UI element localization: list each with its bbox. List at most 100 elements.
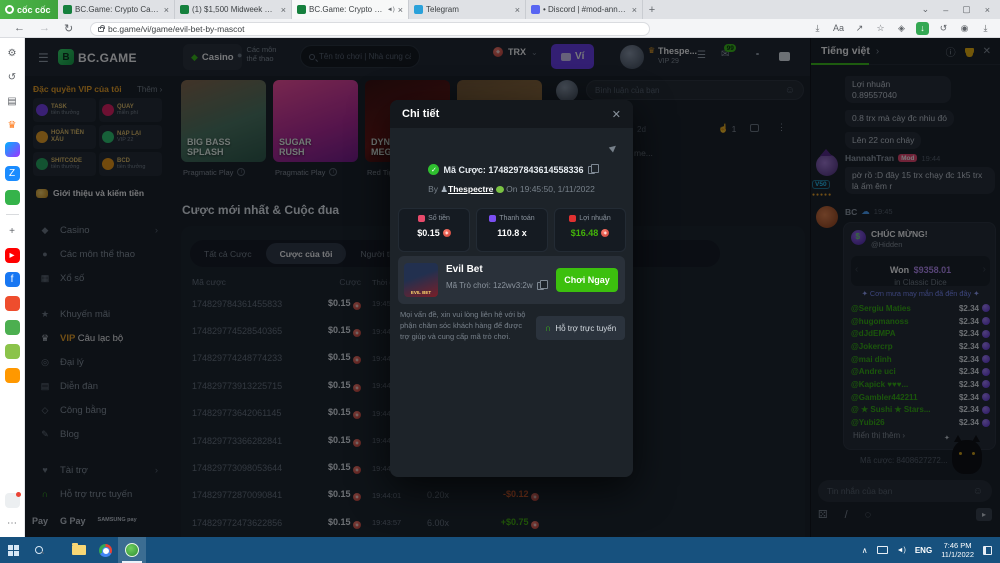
- close-icon[interactable]: ×: [985, 5, 990, 15]
- start-button[interactable]: [0, 537, 26, 563]
- sidebar-menu-item[interactable]: ✎ Blog: [25, 422, 170, 446]
- chat-input[interactable]: Tin nhắn của bạn ☺: [818, 480, 992, 502]
- browser-tab[interactable]: BC.Game: Crypto Casino Gan ×: [58, 0, 175, 19]
- chrome-button[interactable]: [92, 537, 118, 563]
- sidebar-menu-item[interactable]: ♥ Tài trợ ›: [25, 458, 170, 482]
- trophy-icon[interactable]: [965, 48, 974, 55]
- winner-name[interactable]: @Andre uci: [851, 367, 959, 376]
- facebook-icon[interactable]: f: [5, 272, 20, 287]
- vip-tile[interactable]: HOÀN TIỀN XẤU: [33, 125, 96, 149]
- rain-bet-id[interactable]: Mã cược: 8408627272...: [860, 456, 948, 465]
- farm-app-icon[interactable]: [5, 320, 20, 335]
- game-banner[interactable]: BIG BASS SPLASH: [181, 80, 266, 162]
- browser-tab[interactable]: • Discord | #mod-announc ×: [526, 0, 643, 19]
- garden-app-icon[interactable]: [5, 344, 20, 359]
- sidebar-menu-item[interactable]: ◇ Công bằng: [25, 398, 170, 422]
- vip-crown-icon[interactable]: ♛: [5, 118, 20, 133]
- translate-icon[interactable]: Aa: [832, 22, 845, 35]
- chat-language-tab[interactable]: Tiếng việt: [821, 45, 870, 57]
- game-search-input[interactable]: Tên trò chơi | Nhà cung cấp: [300, 45, 420, 68]
- winner-name[interactable]: @hugomanoss: [851, 317, 959, 326]
- winner-name[interactable]: @ ★ Sushi ★ Stars...: [851, 405, 959, 414]
- tab-close-icon[interactable]: ×: [398, 5, 403, 15]
- rules-info-icon[interactable]: ⓘ: [946, 44, 956, 59]
- winner-name[interactable]: @dJdEMPA: [851, 329, 959, 338]
- chevron-left-icon[interactable]: ‹: [855, 264, 858, 275]
- vip-panel-more[interactable]: Thêm ›: [137, 85, 162, 94]
- provider-name[interactable]: Pragmatic Play: [183, 168, 233, 177]
- history-icon[interactable]: ↺: [5, 70, 20, 85]
- show-more-link[interactable]: Hiển thị thêm ›: [853, 431, 905, 440]
- live-support-button[interactable]: ∩ Hỗ trợ trực tuyến: [536, 316, 625, 340]
- sidebar-menu-item[interactable]: ♛ VIP Câu lạc bộ: [25, 326, 170, 350]
- messenger-icon[interactable]: [5, 142, 20, 157]
- table-row[interactable]: 174829772473622856 $0.15 19:43:57 6.00x …: [181, 509, 805, 536]
- emoji-icon[interactable]: ☺: [785, 85, 795, 96]
- winner-name[interactable]: @Gambler442211: [851, 393, 959, 402]
- close-icon[interactable]: ✕: [612, 108, 621, 121]
- vip-tile[interactable]: NẠP LẠIVIP 22: [99, 125, 162, 149]
- username[interactable]: Thespe...: [658, 46, 697, 56]
- chat-username[interactable]: HannahTran: [845, 153, 894, 163]
- vip-tile[interactable]: BCDtiền thưởng: [99, 152, 162, 176]
- tab-close-icon[interactable]: ×: [164, 5, 169, 15]
- comment-like[interactable]: ☝1: [718, 123, 736, 134]
- language-indicator[interactable]: ENG: [915, 546, 932, 555]
- chat-toggle-icon[interactable]: [779, 52, 790, 61]
- settings-icon[interactable]: ⚙: [5, 46, 20, 61]
- share-icon[interactable]: ↗: [853, 22, 866, 35]
- dice-icon[interactable]: ⚄: [818, 508, 828, 521]
- profile-avatar-icon[interactable]: ◉: [958, 22, 971, 35]
- shopee-icon[interactable]: [5, 296, 20, 311]
- referral-link[interactable]: Giới thiệu và kiếm tiền: [36, 188, 144, 198]
- chat-username[interactable]: BC: [845, 207, 857, 217]
- emoji-icon[interactable]: ☺: [973, 486, 983, 497]
- bookmark-star-icon[interactable]: ☆: [874, 22, 887, 35]
- browser-tab[interactable]: BC.Game: Crypto Casino ◄) ×: [292, 0, 409, 19]
- copy-icon[interactable]: [588, 166, 595, 174]
- hamburger-menu-icon[interactable]: ☰: [38, 51, 49, 65]
- sync-icon[interactable]: ↺: [937, 22, 950, 35]
- downloads-tray-icon[interactable]: ⤓: [979, 22, 992, 35]
- zalo-icon[interactable]: Z: [5, 166, 20, 181]
- cart-app-icon[interactable]: [5, 368, 20, 383]
- browser-tab[interactable]: (1) $1,500 Midweek Mascot ×: [175, 0, 292, 19]
- forward-icon[interactable]: →: [39, 22, 50, 34]
- reading-list-icon[interactable]: ▤: [5, 94, 20, 109]
- taskbar-search[interactable]: [26, 537, 52, 563]
- tray-expand-icon[interactable]: ∧: [862, 546, 868, 555]
- tab-close-icon[interactable]: ×: [515, 5, 520, 15]
- tab-close-icon[interactable]: ×: [632, 5, 637, 15]
- vip-tile[interactable]: TASKtiền thưởng: [33, 98, 96, 122]
- youtube-icon[interactable]: ▸: [5, 248, 20, 263]
- user-avatar[interactable]: [816, 154, 838, 176]
- tab-close-icon[interactable]: ×: [281, 5, 286, 15]
- play-now-button[interactable]: Chơi Ngay: [556, 268, 618, 292]
- sidebar-menu-item[interactable]: ▤ Diễn đàn: [25, 374, 170, 398]
- browser-tab[interactable]: Telegram ×: [409, 0, 526, 19]
- reply-icon[interactable]: [750, 124, 759, 132]
- adblock-shield-icon[interactable]: ◈: [895, 22, 908, 35]
- game-thumbnail[interactable]: EVIL BET: [404, 263, 438, 297]
- sidebar-menu-item[interactable]: ◆ Casino ›: [25, 218, 170, 242]
- ranking-list-icon[interactable]: ☰: [697, 50, 706, 61]
- tab-sports[interactable]: ● Các môn thể thao: [237, 46, 288, 63]
- new-tab-button[interactable]: +: [643, 0, 661, 19]
- sidebar-menu-item[interactable]: ▦ Xổ số: [25, 266, 170, 290]
- sidebar-menu-item[interactable]: ◎ Đại lý: [25, 350, 170, 374]
- chevron-right-icon[interactable]: ›: [983, 264, 986, 275]
- game-banner[interactable]: SUGAR RUSH: [273, 80, 358, 162]
- coccoc-download-icon[interactable]: ↓: [916, 22, 929, 35]
- minimize-icon[interactable]: –: [943, 5, 948, 15]
- provider-name[interactable]: Pragmatic Play: [275, 168, 325, 177]
- action-center-icon[interactable]: [983, 546, 992, 555]
- save-page-icon[interactable]: ⤓: [811, 22, 824, 35]
- table-row[interactable]: 174829772870090841 $0.15 19:44:01 0.20x …: [181, 482, 805, 509]
- back-icon[interactable]: ←: [14, 22, 25, 34]
- close-icon[interactable]: ✕: [983, 46, 991, 57]
- tab-my-bets[interactable]: Cược của tôi: [266, 243, 347, 264]
- tab-audio-icon[interactable]: ◄): [387, 7, 395, 13]
- wallet-button[interactable]: Ví: [551, 44, 594, 69]
- tab-casino[interactable]: ◆ Casino: [183, 44, 242, 70]
- share-icon[interactable]: ►: [606, 140, 622, 156]
